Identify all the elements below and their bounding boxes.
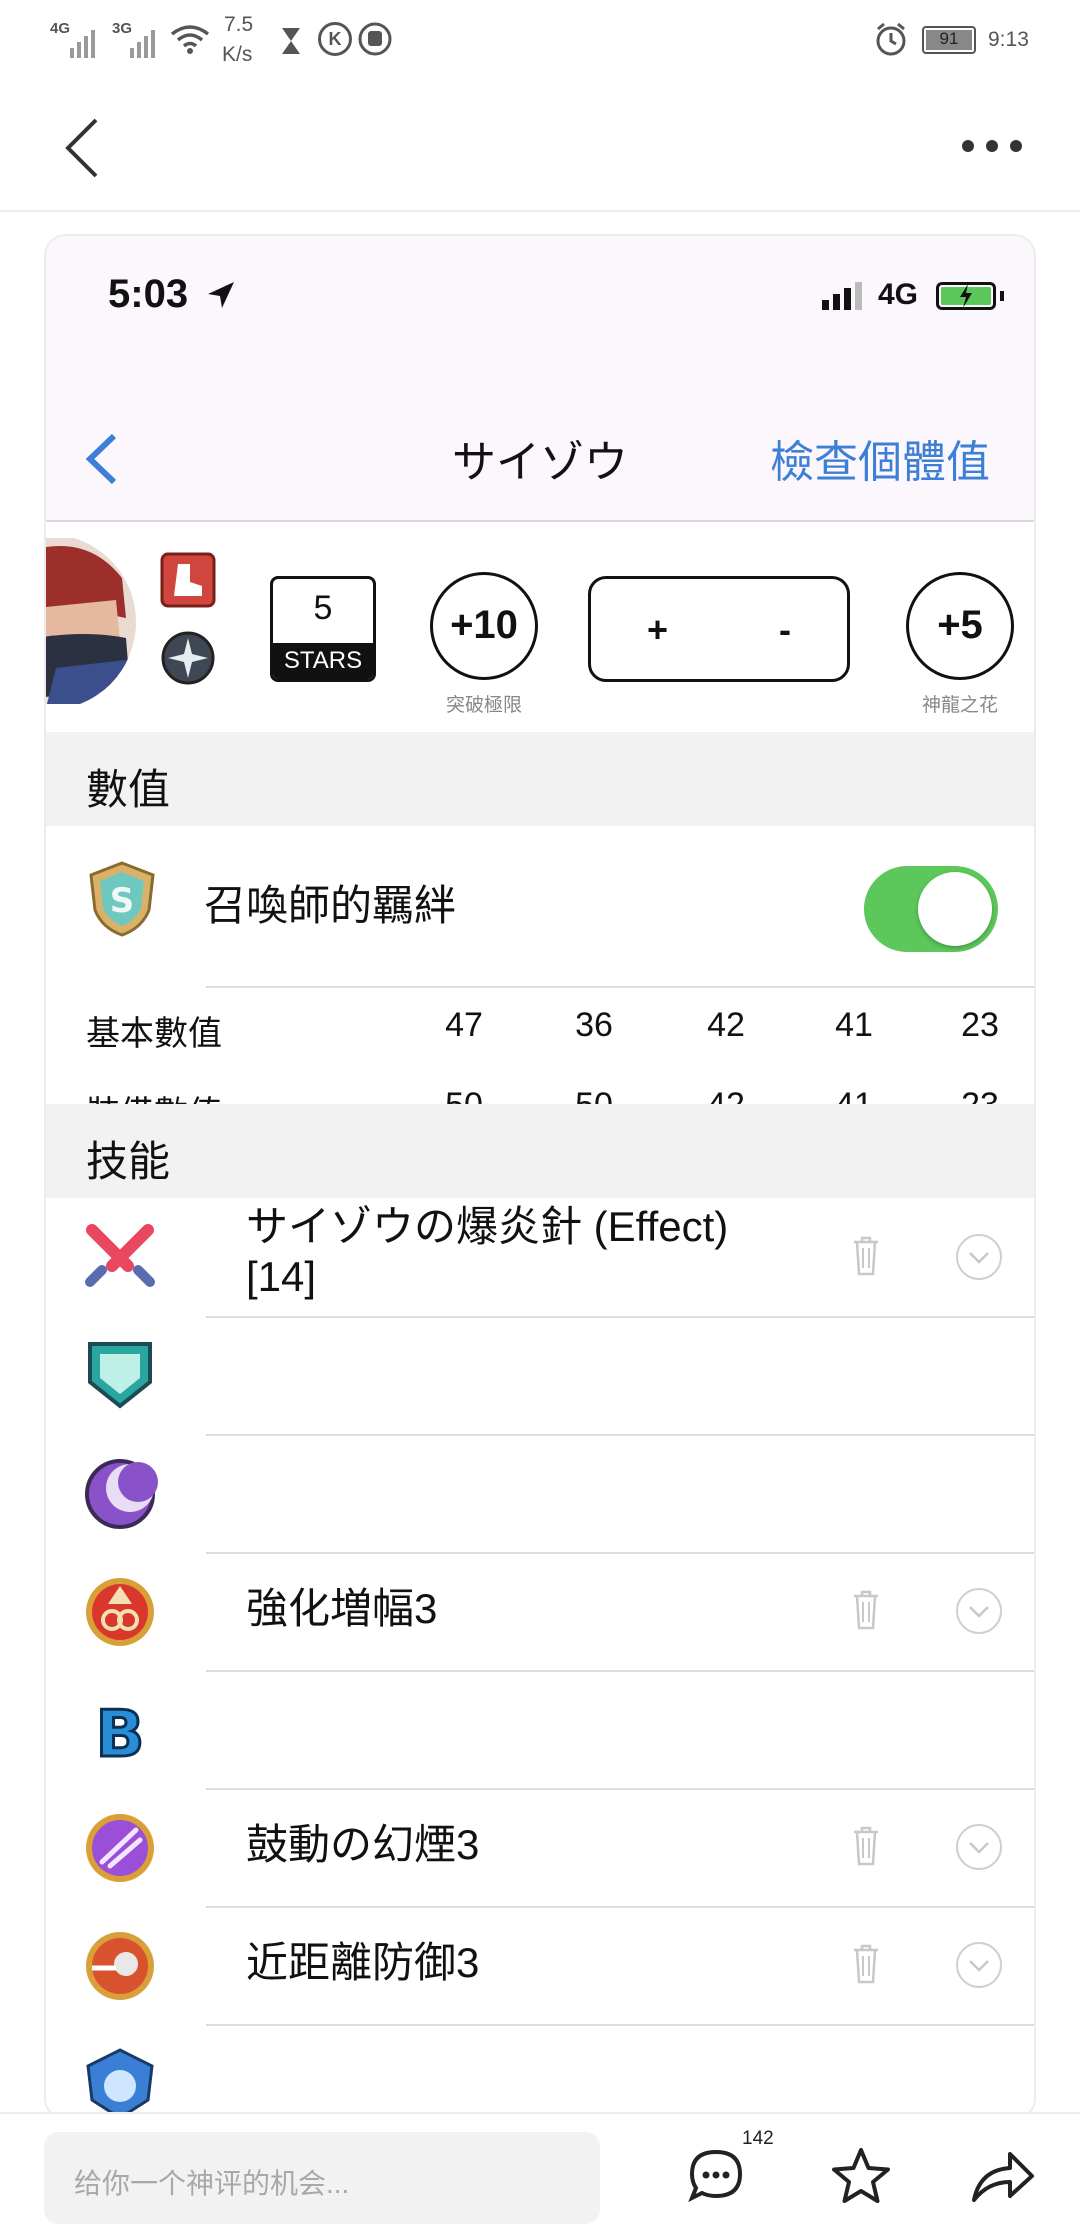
trash-icon[interactable] [852, 1944, 880, 1984]
dragonflower-label: 神龍之花 [921, 695, 998, 716]
increment-button[interactable]: + [647, 609, 668, 651]
base-hp: 47 [445, 1006, 483, 1044]
alarm-icon [876, 22, 906, 56]
skill-a-icon [86, 1578, 154, 1646]
ios-header: 5:03 4G サイゾウ 檢查個體值 [46, 236, 1034, 522]
stats-section-header: 數值 [46, 732, 1034, 826]
summoner-bond-label: 召喚師的羈絆 [204, 882, 457, 929]
base-stats-label: 基本數值 [86, 1015, 222, 1053]
weapon-crossed-swords-icon [85, 1224, 155, 1287]
battery-icon: 91 [922, 26, 976, 54]
more-options-icon[interactable] [960, 138, 1024, 154]
hero-row: 5 STARS +10 突破極限 + - +5 神龍之花 [46, 524, 1034, 724]
battery-level: 91 [939, 29, 959, 48]
trash-icon[interactable] [852, 1236, 880, 1276]
special-moon-icon [85, 1459, 158, 1529]
hand-icon [358, 22, 392, 56]
weapon-type-shuriken-icon [161, 631, 215, 685]
skill-name: サイゾウの爆炎針 (Effect) [14] [246, 1203, 729, 1300]
expand-chevron-icon[interactable] [956, 1588, 1002, 1634]
signal-label-2: 3G [112, 20, 133, 37]
k-app-icon: K [318, 22, 352, 56]
trash-icon[interactable] [852, 1590, 880, 1630]
expand-chevron-icon[interactable] [956, 1824, 1002, 1870]
dragonflower-button[interactable]: +5 [906, 572, 1014, 680]
skill-row-c[interactable]: 鼓動の幻煙3 [46, 1788, 1034, 1906]
seal-icon [86, 1932, 154, 2000]
top-nav [0, 80, 1080, 212]
location-arrow-icon [208, 282, 234, 308]
signal-bars-2-icon [130, 24, 155, 58]
star-favorite-icon[interactable] [830, 2146, 892, 2206]
check-ivs-button[interactable]: 檢查個體值 [770, 426, 990, 490]
assist-shield-icon [88, 1342, 152, 1409]
skill-b-letter: B [96, 1698, 145, 1768]
stars-value: 5 [313, 589, 333, 627]
skill-row-a[interactable]: 強化増幅3 [46, 1552, 1034, 1670]
summoner-bond-toggle[interactable] [864, 866, 998, 952]
skills-section-header: 技能 [46, 1104, 1034, 1198]
hero-portrait [46, 538, 136, 704]
signal-bars-1-icon [70, 24, 95, 58]
share-icon[interactable] [970, 2148, 1036, 2204]
wifi-icon [170, 25, 210, 54]
skill-row-assist[interactable] [46, 1316, 1034, 1434]
skills-section-title: 技能 [86, 1138, 171, 1185]
skill-name: 強化増幅3 [246, 1585, 438, 1632]
comment-count: 142 [742, 2128, 774, 2149]
rarity-stars-box[interactable]: 5 STARS [270, 576, 376, 682]
ios-clock: 5:03 [108, 272, 189, 316]
comment-placeholder: 给你一个神评的机会... [74, 2168, 350, 2199]
extra-icon [86, 2048, 154, 2118]
speed-unit: K/s [222, 43, 253, 66]
back-arrow-icon[interactable] [62, 116, 102, 180]
base-res: 23 [961, 1006, 999, 1044]
base-def: 41 [835, 1006, 873, 1044]
bottom-bar: 给你一个神评的机会... 142 [0, 2112, 1080, 2240]
clock: 9:13 [988, 28, 1029, 51]
ios-signal-icon [822, 280, 862, 310]
hourglass-icon [282, 28, 300, 54]
ios-battery-icon [936, 282, 996, 310]
decrement-button[interactable]: - [779, 609, 791, 651]
limit-break-label: 突破極限 [445, 695, 522, 716]
skill-row-extra[interactable] [46, 2024, 1034, 2118]
movement-boot-icon [160, 552, 216, 608]
trash-icon[interactable] [852, 1826, 880, 1866]
skill-row-special[interactable] [46, 1434, 1034, 1552]
expand-chevron-icon[interactable] [956, 1942, 1002, 1988]
limit-break-button[interactable]: +10 [430, 572, 538, 680]
embedded-screenshot: 5:03 4G サイゾウ 檢查個體值 5 STARS +10 突破極限 + - … [44, 234, 1036, 2120]
skill-row-seal[interactable]: 近距離防御3 [46, 1906, 1034, 2024]
stats-section-title: 數值 [86, 766, 171, 813]
skill-b-icon: B [94, 1697, 146, 1769]
summoner-support-icon: S [89, 861, 155, 937]
skill-c-icon [86, 1814, 154, 1882]
skill-row-b[interactable]: B [46, 1670, 1034, 1788]
plus-minus-stepper: + - [588, 576, 850, 682]
skill-name: 近距離防御3 [246, 1939, 480, 1986]
summoner-bond-row: S 召喚師的羈絆 [46, 828, 1034, 988]
stars-label: STARS [273, 643, 373, 679]
comment-input[interactable]: 给你一个神评的机会... [44, 2132, 600, 2224]
skill-row-weapon[interactable]: サイゾウの爆炎針 (Effect) [14] [46, 1198, 1034, 1316]
expand-chevron-icon[interactable] [956, 1234, 1002, 1280]
base-spd: 42 [707, 1006, 745, 1044]
ios-network: 4G [878, 278, 919, 311]
skill-name: 鼓動の幻煙3 [246, 1821, 480, 1868]
base-atk: 36 [575, 1006, 613, 1044]
status-bar: 4G 3G 7.5 K/s K 91 9:13 [0, 0, 1080, 80]
base-stats-row: 基本數值 47 36 42 41 23 [46, 988, 1034, 1068]
speed-value: 7.5 [224, 13, 254, 36]
signal-label-1: 4G [50, 20, 71, 37]
comment-icon[interactable] [686, 2146, 746, 2206]
summoner-icon-letter: S [110, 881, 135, 921]
